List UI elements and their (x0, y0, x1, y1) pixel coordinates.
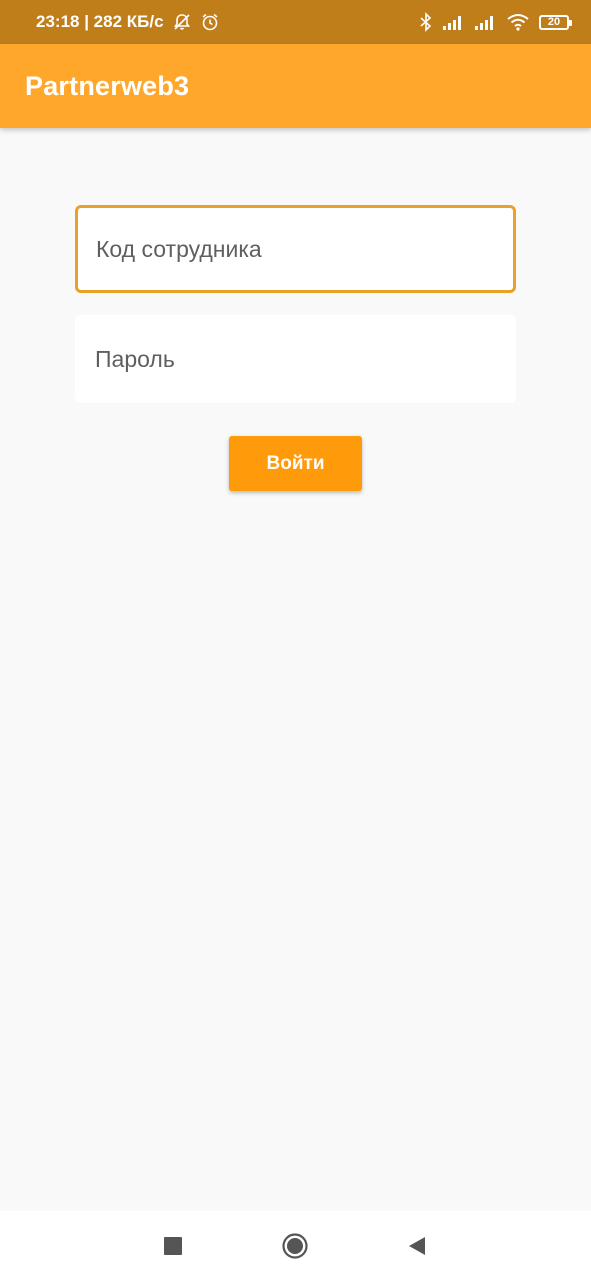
status-left: 23:18 | 282 КБ/с (36, 12, 220, 32)
status-right: 20 (419, 12, 572, 32)
recents-square-icon[interactable] (158, 1231, 188, 1261)
bluetooth-icon (419, 12, 433, 32)
battery-icon: 20 (539, 14, 572, 30)
password-input[interactable] (93, 344, 516, 374)
system-nav-bar (0, 1211, 591, 1280)
employee-code-input[interactable] (94, 234, 513, 264)
alarm-clock-icon (200, 12, 220, 32)
muted-bell-icon (172, 12, 192, 32)
login-button[interactable]: Войти (229, 436, 362, 491)
home-circle-icon[interactable] (280, 1231, 310, 1261)
signal-icon (443, 14, 465, 30)
wifi-icon (507, 13, 529, 31)
app-title: Partnerweb3 (25, 70, 190, 101)
employee-code-field[interactable] (75, 205, 516, 293)
status-bar: 23:18 | 282 КБ/с 20 (0, 0, 591, 44)
back-triangle-icon[interactable] (402, 1231, 432, 1261)
app-bar: Partnerweb3 (0, 44, 591, 128)
screen: 23:18 | 282 КБ/с 20 Partnerweb3 Код сотр… (0, 0, 591, 1280)
password-field[interactable] (75, 315, 516, 403)
signal-icon (475, 14, 497, 30)
status-time-speed: 23:18 | 282 КБ/с (36, 12, 164, 31)
